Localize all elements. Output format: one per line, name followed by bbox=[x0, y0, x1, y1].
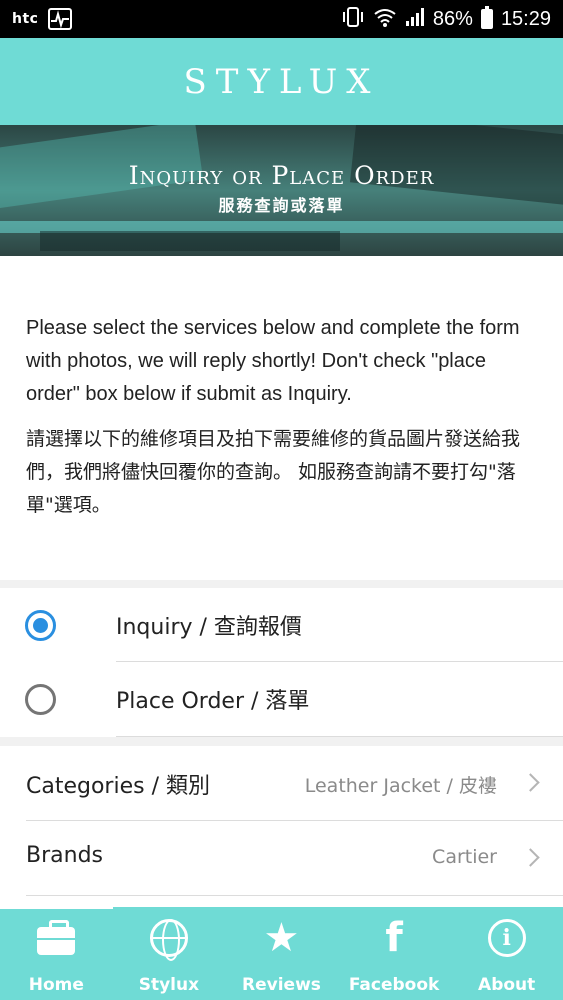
star-icon: ★ bbox=[263, 915, 300, 961]
wifi-icon bbox=[373, 7, 397, 32]
nav-item-reviews[interactable]: ★ Reviews bbox=[225, 907, 338, 1000]
status-time: 15:29 bbox=[500, 7, 551, 30]
nav-item-stylux[interactable]: Stylux bbox=[113, 907, 226, 1000]
vibrate-icon bbox=[341, 6, 365, 32]
chevron-right-icon bbox=[521, 848, 540, 867]
intro-section: Please select the services below and com… bbox=[0, 256, 563, 580]
bottom-nav: Home Stylux ★ Reviews f Facebook i About bbox=[0, 905, 563, 1000]
banner-subtitle: 服務查詢或落單 bbox=[218, 196, 345, 215]
radio-button-checked[interactable] bbox=[25, 609, 56, 641]
section-divider bbox=[0, 737, 563, 746]
nav-item-about[interactable]: i About bbox=[450, 907, 563, 1000]
nav-label-facebook: Facebook bbox=[348, 975, 440, 995]
radio-option-inquiry[interactable]: Inquiry / 查詢報價 bbox=[0, 588, 563, 662]
facebook-icon: f bbox=[385, 915, 403, 961]
battery-percent: 86% bbox=[432, 7, 473, 30]
radio-option-place-order[interactable]: Place Order / 落單 bbox=[0, 662, 563, 736]
active-tab-indicator bbox=[0, 905, 113, 909]
nav-item-home[interactable]: Home bbox=[0, 907, 113, 1000]
brands-label: Brands bbox=[26, 843, 103, 868]
categories-row[interactable]: Categories / 類別 Leather Jacket / 皮褸 bbox=[0, 746, 563, 820]
nav-label-about: About bbox=[478, 975, 536, 995]
categories-value: Leather Jacket / 皮褸 bbox=[304, 775, 497, 797]
nav-item-facebook[interactable]: f Facebook bbox=[338, 907, 451, 1000]
section-divider bbox=[0, 580, 563, 588]
app-header: STYLUX bbox=[0, 38, 563, 125]
info-icon: i bbox=[487, 919, 526, 957]
radio-button-unchecked[interactable] bbox=[25, 683, 56, 715]
battery-icon bbox=[480, 6, 493, 29]
chevron-right-icon bbox=[521, 773, 540, 792]
banner-title: Inquiry or Place Order bbox=[128, 161, 435, 190]
nav-label-reviews: Reviews bbox=[242, 975, 321, 995]
status-bar: htc 86% 15:29 bbox=[0, 0, 563, 38]
app-title: STYLUX bbox=[183, 61, 380, 102]
globe-icon bbox=[149, 919, 188, 961]
signal-icon bbox=[405, 7, 425, 32]
intro-text-english: Please select the services below and com… bbox=[26, 317, 520, 405]
intro-text-chinese: 請選擇以下的維修項目及拍下需要維修的貨品圖片發送給我們，我們將儘快回覆你的查詢。… bbox=[26, 428, 521, 516]
pulse-app-icon bbox=[48, 8, 73, 30]
brands-row[interactable]: Brands Cartier bbox=[0, 821, 563, 895]
brands-value: Cartier bbox=[432, 846, 497, 868]
banner-image: Inquiry or Place Order 服務查詢或落單 bbox=[0, 125, 563, 256]
nav-label-stylux: Stylux bbox=[138, 975, 200, 995]
briefcase-icon bbox=[37, 920, 76, 955]
row-divider bbox=[26, 895, 563, 896]
banner-texture bbox=[40, 231, 340, 251]
nav-label-home: Home bbox=[28, 975, 84, 995]
categories-label: Categories / 類別 bbox=[26, 774, 210, 799]
radio-label-place-order: Place Order / 落單 bbox=[116, 689, 310, 714]
htc-logo: htc bbox=[12, 11, 39, 27]
radio-label-inquiry: Inquiry / 查詢報價 bbox=[116, 615, 302, 640]
